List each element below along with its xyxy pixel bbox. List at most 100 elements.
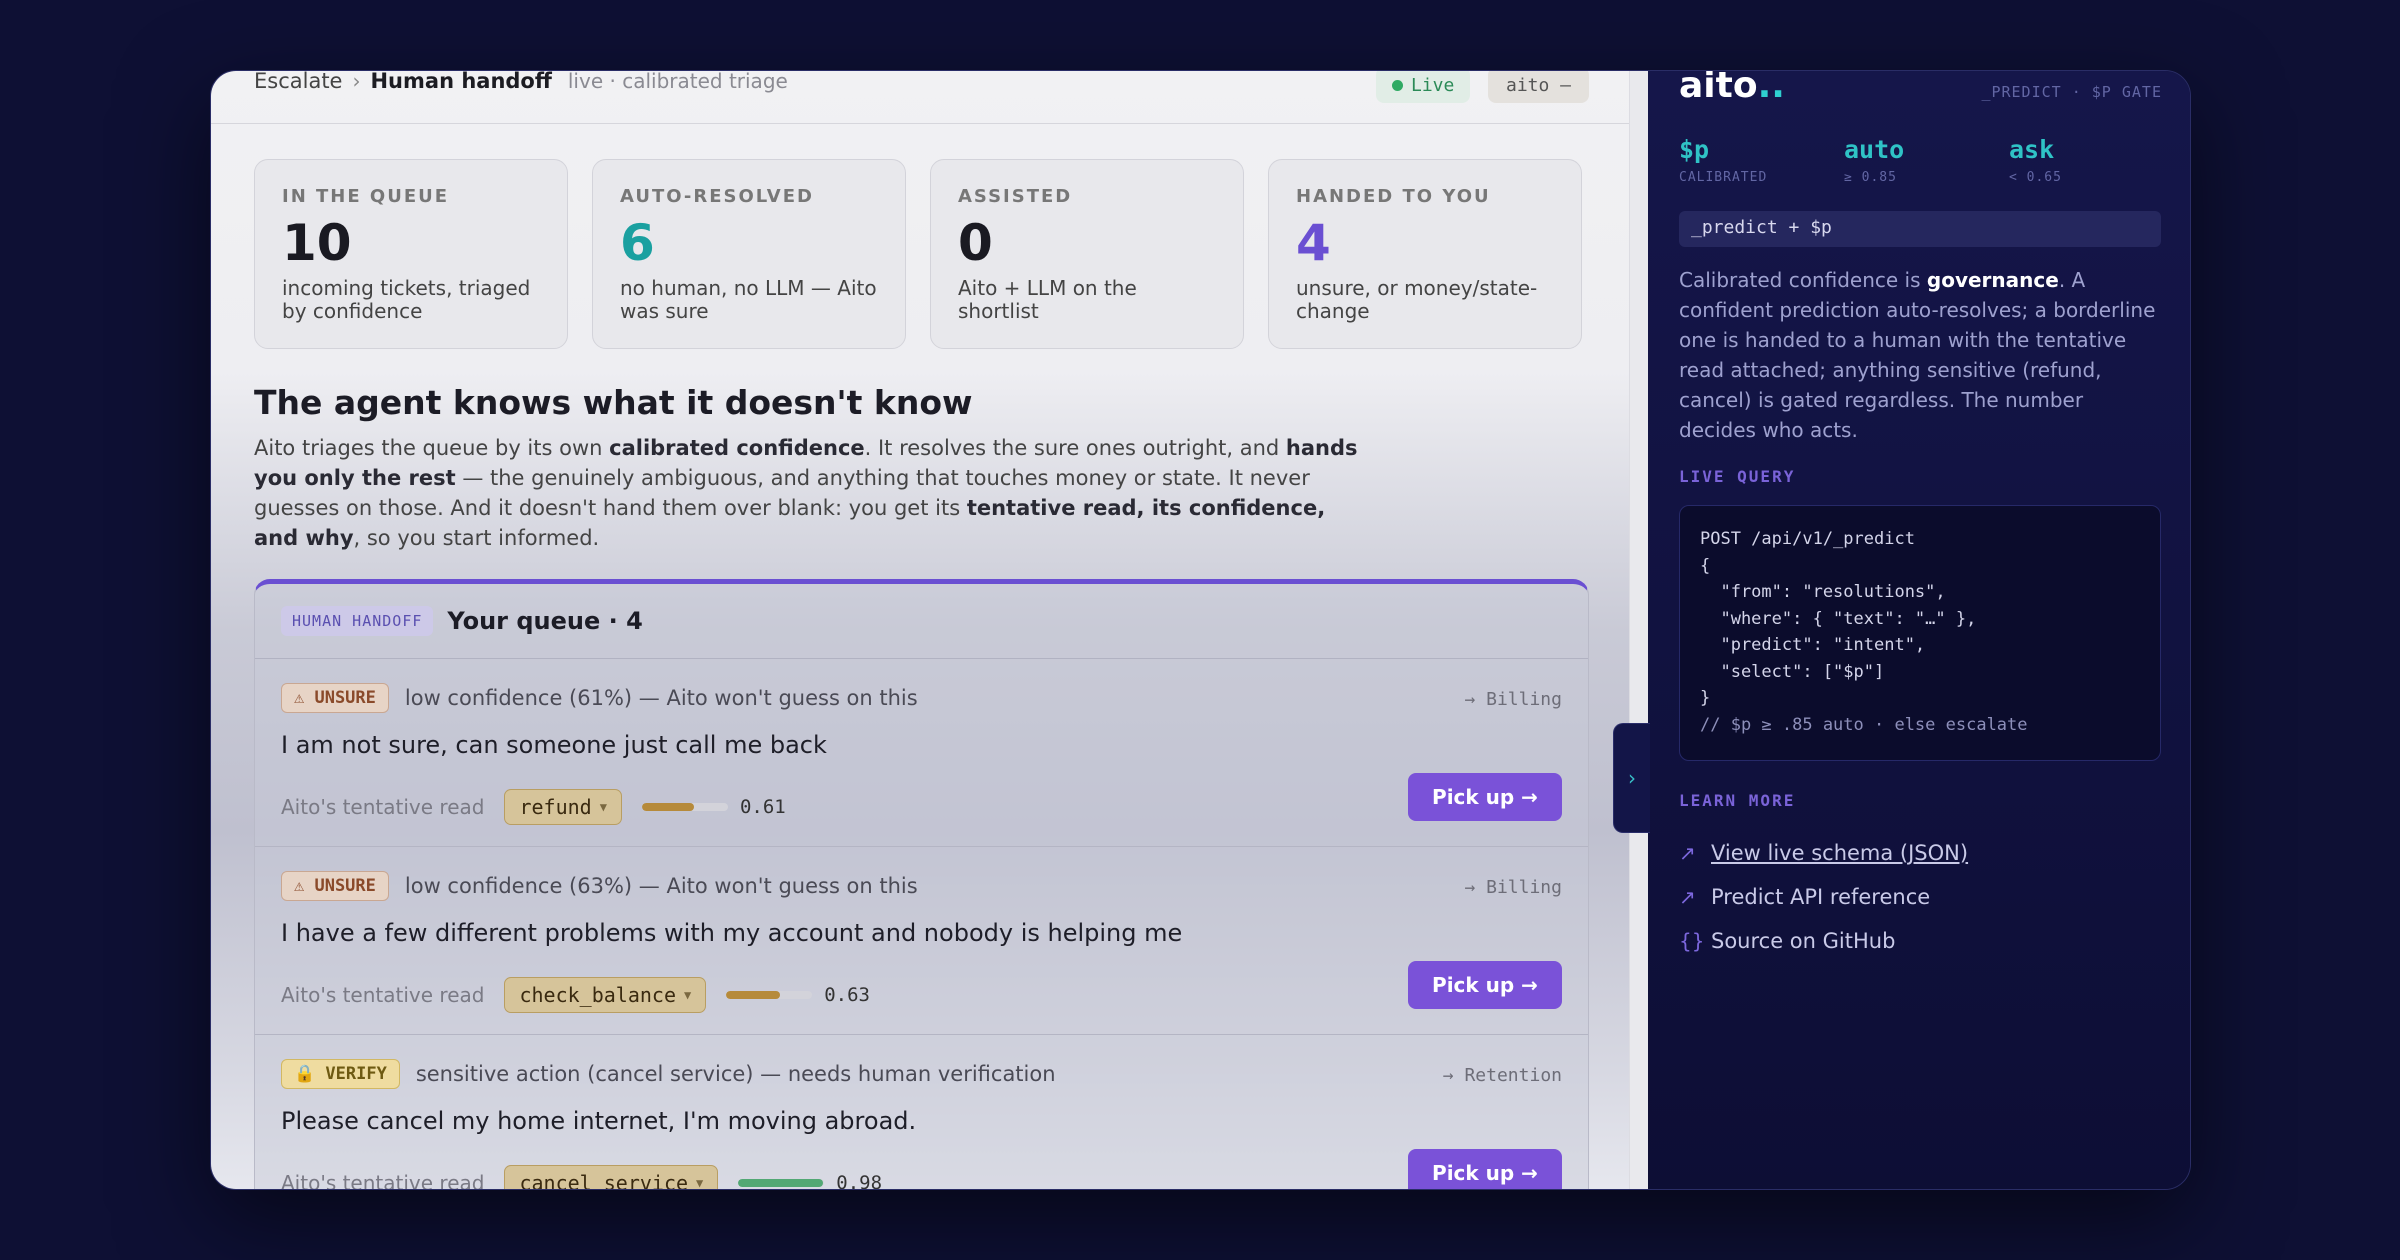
stat-value: 6 <box>620 214 655 272</box>
link-live-schema[interactable]: ↗ View live schema (JSON) <box>1679 831 1968 875</box>
code-line: "select": ["$p"] <box>1700 661 1885 682</box>
aito-logo: aito.. <box>1679 70 1785 106</box>
unsure-badge: ⚠ UNSURE <box>281 683 389 713</box>
explain-bold: governance <box>1926 268 2059 292</box>
external-link-icon: ↗ <box>1679 885 1696 909</box>
brand-name: aito <box>1679 70 1758 106</box>
ticket-text: Please cancel my home internet, I'm movi… <box>281 1107 917 1135</box>
pick-up-button[interactable]: Pick up → <box>1408 773 1562 821</box>
stat-value: 4 <box>1296 214 1331 272</box>
confidence-fill <box>726 991 781 999</box>
breadcrumb-current: Human handoff <box>370 71 552 93</box>
intent-dropdown[interactable]: check_balance ▼ <box>504 977 707 1013</box>
confidence-fill <box>738 1179 823 1187</box>
live-label: Live <box>1411 74 1455 96</box>
live-dot-icon <box>1392 79 1403 91</box>
scrollbar[interactable] <box>1629 71 1648 1189</box>
chevron-down-icon: ▼ <box>684 988 692 1002</box>
link-predict-api[interactable]: ↗ Predict API reference <box>1679 875 1968 919</box>
stat-card-handed: HANDED TO YOU 4 unsure, or money/state-c… <box>1268 159 1582 349</box>
panel-toggle-button[interactable]: › <box>1613 723 1650 833</box>
code-line: "where": { "text": "…" }, <box>1700 608 1977 629</box>
stat-desc: unsure, or money/state-change <box>1296 276 1538 323</box>
intent-value: cancel_service <box>519 1171 689 1189</box>
tentative-read-label: Aito's tentative read <box>281 983 485 1007</box>
top-bar: Escalate › Human handoff live · calibrat… <box>211 71 1629 124</box>
queue-reason: low confidence (61%) — Aito won't guess … <box>404 686 918 710</box>
stat-desc: Aito + LLM on the shortlist <box>958 276 1137 323</box>
breadcrumb: Escalate › Human handoff live · calibrat… <box>254 71 788 93</box>
metric-ask: ask < 0.65 <box>2009 135 2174 185</box>
code-braces-icon: {} <box>1679 929 1705 953</box>
confidence-bar <box>726 991 813 999</box>
confidence-bar <box>641 803 728 811</box>
link-label: Source on GitHub <box>1711 929 1896 953</box>
confidence-value: 0.98 <box>836 1172 883 1189</box>
stat-label: IN THE QUEUE <box>282 186 450 207</box>
tentative-read-label: Aito's tentative read <box>281 1171 485 1189</box>
queue-reason: sensitive action (cancel service) — need… <box>415 1062 1056 1086</box>
code-line: } <box>1700 688 1711 708</box>
aito-status-pill[interactable]: aito — <box>1488 71 1590 103</box>
intent-dropdown[interactable]: cancel_service ▼ <box>504 1165 719 1189</box>
code-line: { <box>1700 555 1711 576</box>
pick-up-button[interactable]: Pick up → <box>1408 1149 1562 1189</box>
predict-box: _predict + $p <box>1679 211 2161 247</box>
breadcrumb-subtitle: live · calibrated triage <box>567 71 788 93</box>
live-query-code: POST /api/v1/_predict { "from": "resoluti… <box>1679 505 2161 761</box>
queue-reason: low confidence (63%) — Aito won't guess … <box>404 874 918 898</box>
intro-text: , so you start informed. <box>353 526 600 550</box>
aito-label: aito — <box>1506 74 1572 96</box>
chevron-right-icon: › <box>1628 766 1636 790</box>
intro-text: . It resolves the sure ones outright, an… <box>864 436 1286 460</box>
explain-text: Calibrated confidence is <box>1679 268 1927 292</box>
external-link-icon: ↗ <box>1679 841 1696 865</box>
metric-p: $p CALIBRATED <box>1679 135 1844 185</box>
chevron-down-icon: ▼ <box>599 800 607 814</box>
code-comment: // $p ≥ .85 auto · else escalate <box>1700 714 2028 735</box>
intent-value: check_balance <box>519 983 676 1007</box>
code-line: "from": "resolutions", <box>1700 582 1946 602</box>
metric-name: $p <box>1679 135 1710 164</box>
tentative-read-label: Aito's tentative read <box>281 795 485 819</box>
stat-label: HANDED TO YOU <box>1296 186 1491 207</box>
queue-title: Your queue · 4 <box>447 607 643 635</box>
tentative-read: Aito's tentative read refund ▼ 0.61 <box>281 789 786 825</box>
intent-value: refund <box>519 795 592 819</box>
metric-sub: ≥ 0.85 <box>1844 170 1897 185</box>
stat-desc: no human, no LLM — Aito was sure <box>620 276 877 323</box>
intro-paragraph: Aito triages the queue by its own calibr… <box>254 433 1364 553</box>
stat-card-assisted: ASSISTED 0 Aito + LLM on the shortlist <box>930 159 1244 349</box>
queue-item-top: 🔒 VERIFY sensitive action (cancel servic… <box>281 1059 1056 1089</box>
ticket-text: I am not sure, can someone just call me … <box>281 731 827 759</box>
app-window: Escalate › Human handoff live · calibrat… <box>210 70 2191 1190</box>
tentative-read: Aito's tentative read cancel_service ▼ 0.… <box>281 1165 882 1189</box>
side-panel: aito.. _PREDICT · $P GATE $p CALIBRATED … <box>1648 71 2190 1189</box>
metric-auto: auto ≥ 0.85 <box>1844 135 2009 185</box>
live-status-pill: Live <box>1376 71 1471 103</box>
confidence-fill <box>641 803 695 811</box>
pick-up-button[interactable]: Pick up → <box>1408 961 1562 1009</box>
queue-item-top: ⚠ UNSURE low confidence (63%) — Aito won… <box>281 871 918 901</box>
handoff-queue: HUMAN HANDOFF Your queue · 4 ⚠ UNSURE lo… <box>254 579 1589 1189</box>
metric-name: ask <box>2009 135 2055 164</box>
brand-dots: .. <box>1757 70 1785 106</box>
stat-label: ASSISTED <box>958 186 1073 207</box>
queue-item: ⚠ UNSURE low confidence (63%) — Aito won… <box>255 847 1588 1035</box>
link-label: Predict API reference <box>1711 885 1931 909</box>
stats-row: IN THE QUEUE 10 incoming tickets, triage… <box>254 159 1582 349</box>
metric-sub: < 0.65 <box>2009 170 2062 185</box>
intent-dropdown[interactable]: refund ▼ <box>504 789 622 825</box>
explain-text: . A confident prediction auto-resolves; … <box>1679 268 2156 442</box>
stat-value: 10 <box>282 214 352 272</box>
confidence-value: 0.63 <box>824 984 870 1006</box>
link-github-source[interactable]: {} Source on GitHub <box>1679 919 1968 963</box>
queue-route: → Billing <box>1464 689 1562 710</box>
breadcrumb-root[interactable]: Escalate <box>254 71 342 93</box>
queue-item: 🔒 VERIFY sensitive action (cancel servic… <box>255 1035 1588 1189</box>
metrics-row: $p CALIBRATED auto ≥ 0.85 ask < 0.65 <box>1679 135 2174 185</box>
verify-badge: 🔒 VERIFY <box>281 1059 400 1089</box>
queue-route: → Billing <box>1464 877 1562 898</box>
ticket-text: I have a few different problems with my … <box>281 919 1183 947</box>
queue-route: → Retention <box>1442 1065 1562 1086</box>
